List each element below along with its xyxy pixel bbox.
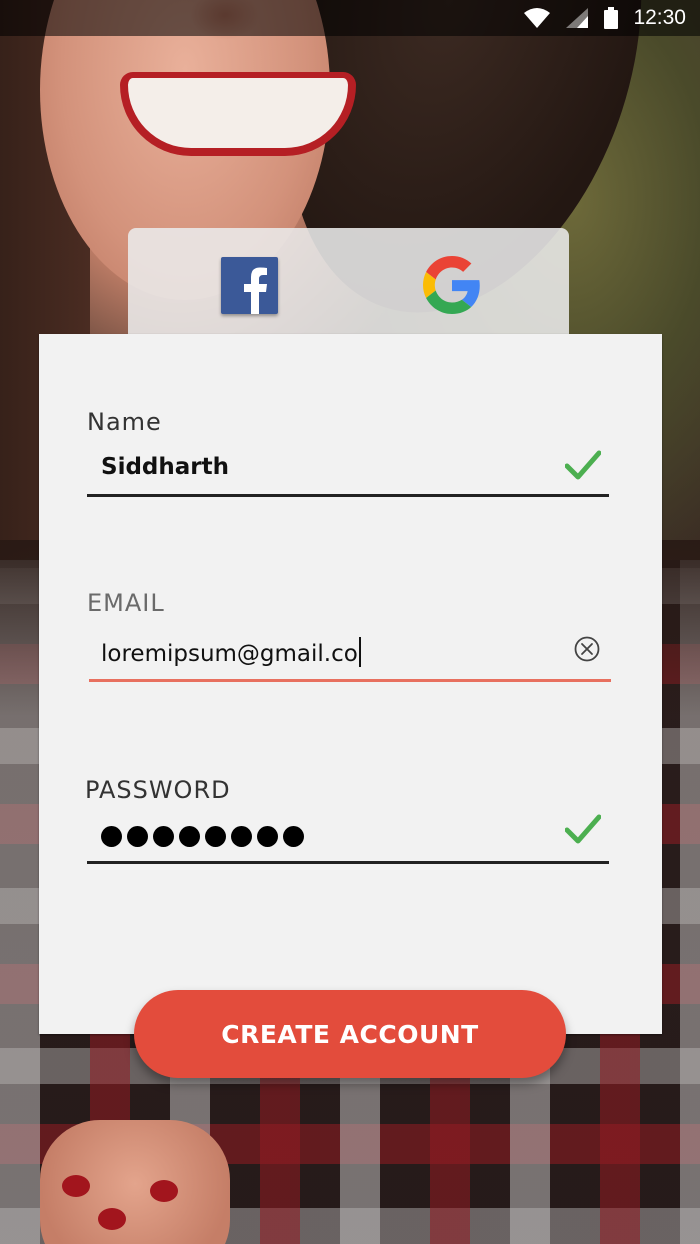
clear-circle-icon[interactable]: [573, 635, 601, 668]
social-login-panel: [128, 228, 569, 336]
google-icon: [423, 256, 480, 314]
signup-form-card: Name Siddharth EMAIL loremipsum@gmail.co…: [39, 334, 662, 1034]
password-label: PASSWORD: [85, 776, 231, 804]
email-input[interactable]: loremipsum@gmail.co: [101, 637, 361, 667]
text-caret: [358, 637, 361, 667]
password-input[interactable]: [101, 826, 304, 847]
name-input[interactable]: Siddharth: [101, 454, 229, 480]
password-mask-dot: [231, 826, 252, 847]
password-mask-dot: [283, 826, 304, 847]
password-mask-dot: [127, 826, 148, 847]
wifi-icon: [523, 7, 551, 29]
google-login-button[interactable]: [423, 256, 481, 314]
password-mask-dot: [179, 826, 200, 847]
battery-icon: [603, 7, 619, 29]
email-underline-error: [89, 679, 611, 682]
password-mask-dot: [257, 826, 278, 847]
checkmark-icon: [564, 450, 602, 485]
password-mask-dot: [205, 826, 226, 847]
email-value: loremipsum@gmail.co: [101, 641, 358, 667]
password-mask-dot: [153, 826, 174, 847]
checkmark-icon: [564, 814, 602, 849]
name-label: Name: [87, 408, 162, 436]
status-time: 12:30: [633, 6, 686, 29]
password-underline: [87, 861, 609, 864]
facebook-icon: [244, 267, 267, 314]
email-label: EMAIL: [87, 589, 165, 617]
password-field[interactable]: PASSWORD: [85, 776, 609, 866]
status-bar: 12:30: [0, 0, 700, 36]
name-underline: [87, 494, 609, 497]
email-field[interactable]: EMAIL loremipsum@gmail.co: [87, 589, 611, 684]
cellular-signal-icon: [565, 7, 589, 29]
name-field[interactable]: Name Siddharth: [87, 408, 609, 498]
facebook-login-button[interactable]: [221, 257, 278, 314]
password-mask-dot: [101, 826, 122, 847]
create-account-button[interactable]: CREATE ACCOUNT: [134, 990, 566, 1078]
